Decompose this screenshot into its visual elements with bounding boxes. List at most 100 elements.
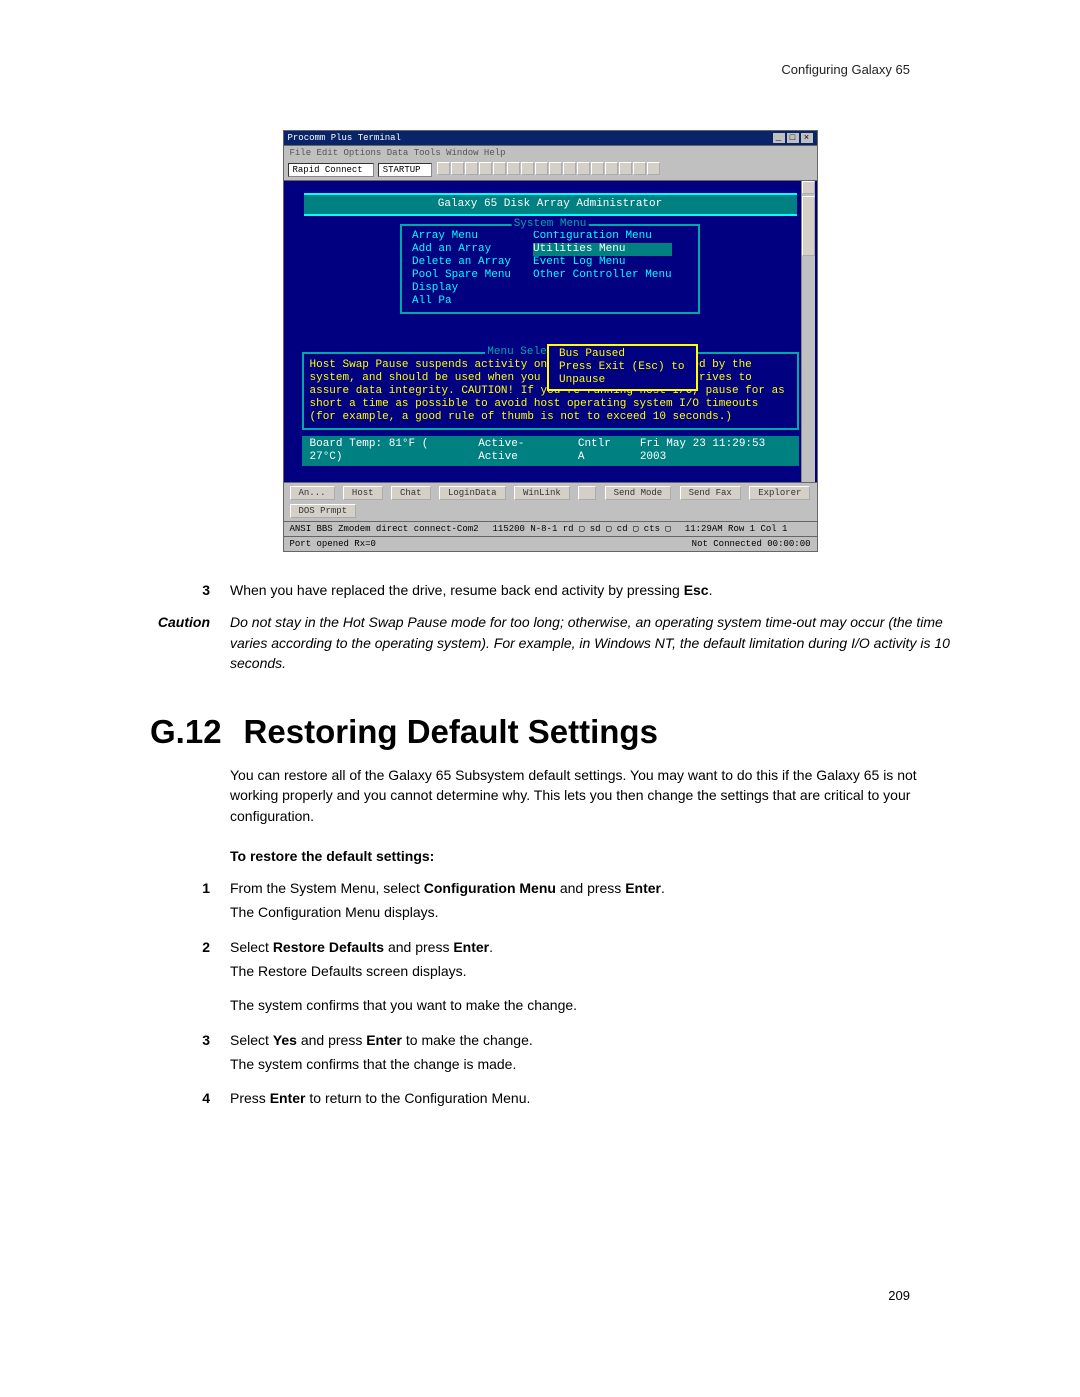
- list-item: 3Select Yes and press Enter to make the …: [150, 1030, 950, 1075]
- caution-text: Do not stay in the Hot Swap Pause mode f…: [230, 612, 950, 673]
- bottom-button[interactable]: [578, 486, 596, 500]
- menu-item[interactable]: All Pa: [412, 295, 511, 308]
- system-menu-left: Array Menu Add an Array Delete an Array …: [412, 230, 511, 308]
- menu-item-highlighted[interactable]: Utilities Menu: [533, 243, 672, 256]
- menu-item[interactable]: Display: [412, 282, 511, 295]
- menubar[interactable]: File Edit Options Data Tools Window Help: [283, 146, 818, 160]
- step-number: 4: [150, 1088, 230, 1108]
- status-mode: Active-Active: [478, 438, 560, 464]
- text: When you have replaced the drive, resume…: [230, 582, 684, 598]
- connection-status-row: ANSI BBS Zmodem direct connect-Com2 1152…: [283, 522, 818, 537]
- text: .: [709, 582, 713, 598]
- status-temp: Board Temp: 81°F ( 27°C): [310, 438, 461, 464]
- menu-item[interactable]: Add an Array: [412, 243, 511, 256]
- menu-item[interactable]: Delete an Array: [412, 256, 511, 269]
- toolbar-icon[interactable]: [563, 162, 576, 175]
- toolbar-icon[interactable]: [633, 162, 646, 175]
- bottom-button[interactable]: Host: [343, 486, 383, 500]
- bottom-button[interactable]: DOS Prmpt: [290, 504, 357, 518]
- status-line: Board Temp: 81°F ( 27°C) Active-Active C…: [302, 436, 799, 466]
- bottom-button[interactable]: Chat: [391, 486, 431, 500]
- list-item: 4Press Enter to return to the Configurat…: [150, 1088, 950, 1108]
- toolbar-icon[interactable]: [479, 162, 492, 175]
- toolbar-icon[interactable]: [521, 162, 534, 175]
- bottom-button[interactable]: An...: [290, 486, 335, 500]
- caution-row: Caution Do not stay in the Hot Swap Paus…: [150, 612, 950, 673]
- toolbar-icon[interactable]: [619, 162, 632, 175]
- bus-paused-popup: Bus Paused Press Exit (Esc) to Unpause: [547, 344, 698, 391]
- window-titlebar: Procomm Plus Terminal _ □ ×: [283, 130, 818, 146]
- startup-combo[interactable]: STARTUP: [378, 163, 432, 177]
- status-mid: 115200 N-8-1 rd ▢ sd ▢ cd ▢ cts ▢: [493, 524, 671, 534]
- bottom-button[interactable]: Send Mode: [605, 486, 672, 500]
- maximize-icon[interactable]: □: [787, 133, 799, 143]
- procedure-steps: 1From the System Menu, select Configurat…: [150, 878, 950, 1108]
- step-text: Press Enter to return to the Configurati…: [230, 1088, 950, 1108]
- bottom-button[interactable]: LoginData: [439, 486, 506, 500]
- bottom-button[interactable]: Explorer: [749, 486, 810, 500]
- procedure-subhead: To restore the default settings:: [230, 848, 950, 864]
- intro-paragraph: You can restore all of the Galaxy 65 Sub…: [230, 765, 950, 826]
- port-status-row: Port opened Rx=0 Not Connected 00:00:00: [283, 537, 818, 552]
- step-3-row: 3 When you have replaced the drive, resu…: [150, 580, 950, 600]
- port-status-right: Not Connected 00:00:00: [692, 539, 811, 549]
- status-ctrl: Cntlr A: [578, 438, 622, 464]
- status-left: ANSI BBS Zmodem direct connect-Com2: [290, 524, 479, 534]
- scrollbar[interactable]: [801, 181, 815, 482]
- step-text: Select Yes and press Enter to make the c…: [230, 1030, 950, 1075]
- toolbar-icon[interactable]: [605, 162, 618, 175]
- menu-item[interactable]: Pool Spare Menu: [412, 269, 511, 282]
- toolbar-icon[interactable]: [647, 162, 660, 175]
- section-number: G.12: [150, 713, 222, 751]
- scroll-up-icon[interactable]: [802, 181, 815, 194]
- toolbar-icon[interactable]: [549, 162, 562, 175]
- bottom-button-bar: An... Host Chat LoginData WinLink Send Mode Se…: [283, 483, 818, 522]
- bus-paused-line1: Bus Paused: [559, 348, 686, 361]
- close-icon[interactable]: ×: [801, 133, 813, 143]
- admin-title: Galaxy 65 Disk Array Administrator: [304, 193, 797, 216]
- minimize-icon[interactable]: _: [773, 133, 785, 143]
- toolbar-icons: [436, 162, 660, 178]
- system-menu-title: System Menu: [512, 218, 589, 231]
- menu-item[interactable]: Array Menu: [412, 230, 511, 243]
- menu-item[interactable]: Configuration Menu: [533, 230, 672, 243]
- toolbar-icon[interactable]: [535, 162, 548, 175]
- toolbar-icon[interactable]: [591, 162, 604, 175]
- status-time: Fri May 23 11:29:53 2003: [640, 438, 791, 464]
- window-title: Procomm Plus Terminal: [288, 133, 401, 143]
- menu-item[interactable]: Other Controller Menu: [533, 269, 672, 282]
- status-right: 11:29AM Row 1 Col 1: [685, 524, 788, 534]
- system-menu-right: Configuration Menu Utilities Menu Event …: [533, 230, 672, 308]
- list-item: 2Select Restore Defaults and press Enter…: [150, 937, 950, 1016]
- window-controls: _ □ ×: [773, 133, 813, 143]
- step-number: 1: [150, 878, 230, 923]
- port-status-left: Port opened Rx=0: [290, 539, 376, 549]
- toolbar-icon[interactable]: [577, 162, 590, 175]
- bottom-button[interactable]: Send Fax: [680, 486, 741, 500]
- connect-combo[interactable]: Rapid Connect: [288, 163, 374, 177]
- list-item: 1From the System Menu, select Configurat…: [150, 878, 950, 923]
- toolbar-icon[interactable]: [437, 162, 450, 175]
- toolbar-icon[interactable]: [493, 162, 506, 175]
- section-heading: G.12 Restoring Default Settings: [150, 713, 950, 751]
- step-number: 3: [150, 580, 230, 600]
- system-menu: System Menu Array Menu Add an Array Dele…: [400, 224, 700, 314]
- key-esc: Esc: [684, 582, 709, 598]
- step-text: From the System Menu, select Configurati…: [230, 878, 950, 923]
- step-number: 3: [150, 1030, 230, 1075]
- step-number: 2: [150, 937, 230, 1016]
- toolbar-icon[interactable]: [465, 162, 478, 175]
- step-text: When you have replaced the drive, resume…: [230, 580, 950, 600]
- toolbar-icon[interactable]: [507, 162, 520, 175]
- bus-paused-line2: Press Exit (Esc) to Unpause: [559, 361, 686, 387]
- page-number: 209: [150, 1288, 950, 1303]
- menu-item[interactable]: Event Log Menu: [533, 256, 672, 269]
- running-header: Configuring Galaxy 65: [781, 62, 910, 77]
- scroll-thumb[interactable]: [802, 196, 815, 256]
- toolbar: Rapid Connect STARTUP: [283, 160, 818, 181]
- toolbar-icon[interactable]: [451, 162, 464, 175]
- caution-label: Caution: [150, 612, 230, 673]
- section-title: Restoring Default Settings: [244, 713, 658, 751]
- terminal-content: Galaxy 65 Disk Array Administrator Syste…: [283, 181, 818, 483]
- bottom-button[interactable]: WinLink: [514, 486, 570, 500]
